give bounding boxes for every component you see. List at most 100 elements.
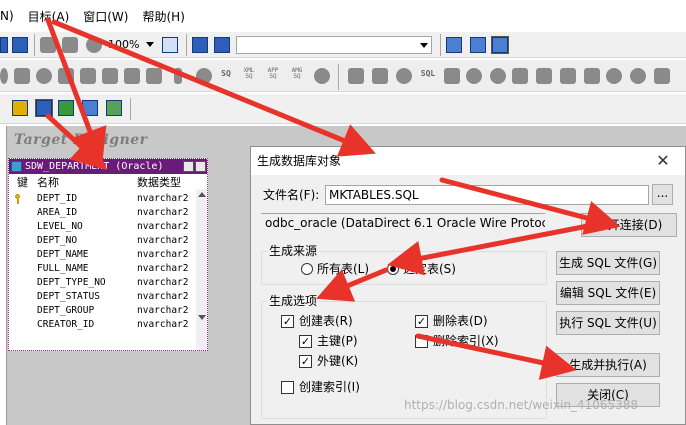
drop-table-label[interactable]: 删除表(D) <box>433 313 488 329</box>
app-sq-icon[interactable]: APP SQ <box>264 68 282 80</box>
drop-table-checkbox[interactable]: ✓ <box>415 315 428 328</box>
preview-icon[interactable] <box>12 37 28 53</box>
menu-item-partial[interactable]: N) <box>0 9 14 23</box>
cdc-icon[interactable] <box>348 68 364 84</box>
open-connection-button[interactable]: 打开连接(D) <box>581 213 677 237</box>
transform-icon[interactable] <box>146 68 162 84</box>
column-name: AREA_ID <box>37 207 78 218</box>
edit-sql-file-button[interactable]: 编辑 SQL 文件(E) <box>556 281 660 305</box>
import-icon[interactable] <box>12 100 28 116</box>
table-row[interactable]: DEPT_NAME nvarchar2 <box>9 248 195 262</box>
generate-database-objects-dialog: 生成数据库对象 ✕ 文件名(F): MKTABLES.SQL ... odbc_… <box>250 146 686 425</box>
close-icon[interactable]: ✕ <box>641 147 685 175</box>
transform-icon[interactable] <box>58 68 74 84</box>
pan-icon[interactable] <box>62 37 78 53</box>
transform-icon[interactable] <box>14 68 30 84</box>
transform-icon[interactable] <box>630 68 646 84</box>
column-type: nvarchar2 <box>137 221 189 232</box>
primary-key-label[interactable]: 主键(P) <box>317 333 358 349</box>
transform-icon[interactable] <box>396 68 412 84</box>
radio-all-tables-label[interactable]: 所有表(L) <box>317 261 369 277</box>
create-index-checkbox[interactable] <box>281 381 294 394</box>
transform-icon[interactable] <box>36 68 52 84</box>
layout-icon-2[interactable] <box>470 37 486 53</box>
zoom-select[interactable]: 100% <box>108 36 154 53</box>
generate-sql-icon[interactable] <box>58 100 74 116</box>
table-title-bar[interactable]: SDW_DEPARTMENT (Oracle) <box>9 159 207 174</box>
table-row[interactable]: AREA_ID nvarchar2 <box>9 206 195 220</box>
menu-item-help[interactable]: 帮助(H) <box>142 8 184 25</box>
drop-index-checkbox[interactable] <box>415 335 428 348</box>
transform-icon[interactable] <box>536 68 552 84</box>
find-next-icon[interactable] <box>214 37 230 53</box>
select-arrow-icon[interactable] <box>40 37 56 53</box>
table-row[interactable]: DEPT_TYPE_NO nvarchar2 <box>9 276 195 290</box>
sq-icon[interactable]: SQ <box>218 70 234 78</box>
primary-key-checkbox[interactable]: ✓ <box>299 335 312 348</box>
transform-icon[interactable] <box>174 68 182 84</box>
transform-icon[interactable] <box>606 68 622 84</box>
toolbar-icon-partial[interactable] <box>0 37 8 53</box>
menu-item-window[interactable]: 窗口(W) <box>83 8 128 25</box>
drop-index-label[interactable]: 删除索引(X) <box>433 333 499 349</box>
generate-and-execute-button[interactable]: 生成并执行(A) <box>556 353 660 377</box>
chevron-down-icon <box>420 43 428 48</box>
transform-icon[interactable] <box>560 68 576 84</box>
table-row[interactable]: FULL_NAME nvarchar2 <box>9 262 195 276</box>
filename-input[interactable]: MKTABLES.SQL <box>325 185 649 205</box>
table-row[interactable]: CREATOR_ID nvarchar2 <box>9 318 195 332</box>
transform-icon[interactable] <box>102 68 118 84</box>
transform-icon[interactable] <box>80 68 96 84</box>
minimize-icon[interactable] <box>195 161 206 172</box>
layout-icon-3[interactable] <box>491 36 509 54</box>
table-row[interactable]: DEPT_ID nvarchar2 <box>9 192 195 206</box>
transform-icon[interactable] <box>466 68 482 84</box>
foreign-key-checkbox[interactable]: ✓ <box>299 355 312 368</box>
column-type: nvarchar2 <box>137 193 189 204</box>
table-row[interactable]: DEPT_NO nvarchar2 <box>9 234 195 248</box>
sql-icon[interactable]: SQL <box>418 70 438 78</box>
find-icon[interactable] <box>192 37 208 53</box>
transform-icon[interactable] <box>584 68 600 84</box>
xml-sq-icon[interactable]: XML SQ <box>240 68 258 80</box>
radio-selected-tables[interactable] <box>387 263 399 275</box>
transform-icon[interactable] <box>314 68 330 84</box>
generate-sql-file-button[interactable]: 生成 SQL 文件(G) <box>556 251 660 275</box>
transform-icon[interactable] <box>196 68 212 84</box>
vertical-scrollbar[interactable] <box>196 189 207 350</box>
table-row[interactable]: LEVEL_NO nvarchar2 <box>9 220 195 234</box>
restore-icon[interactable] <box>183 161 194 172</box>
create-target-icon[interactable] <box>35 99 53 117</box>
target-table-window[interactable]: SDW_DEPARTMENT (Oracle) 键 名称 数据类型 DEPT_I… <box>8 158 208 351</box>
create-table-label[interactable]: 创建表(R) <box>299 313 353 329</box>
create-table-checkbox[interactable]: ✓ <box>281 315 294 328</box>
transform-icon[interactable] <box>654 68 670 84</box>
amg-sq-icon[interactable]: AMG SQ <box>288 68 306 80</box>
transform-icon[interactable] <box>372 68 388 84</box>
table-row[interactable]: DEPT_STATUS nvarchar2 <box>9 290 195 304</box>
radio-selected-tables-label[interactable]: 选定表(S) <box>403 261 456 277</box>
radio-all-tables[interactable] <box>301 263 313 275</box>
browse-button[interactable]: ... <box>652 184 673 205</box>
search-combo[interactable] <box>236 36 432 54</box>
zoom-icon[interactable] <box>86 37 102 53</box>
transform-icon[interactable] <box>124 68 140 84</box>
connection-field: odbc_oracle (DataDirect 6.1 Oracle Wire … <box>261 213 545 235</box>
create-index-label[interactable]: 创建索引(I) <box>299 379 360 395</box>
analyze-icon[interactable] <box>106 100 122 116</box>
edit-icon[interactable] <box>82 100 98 116</box>
execute-sql-file-button[interactable]: 执行 SQL 文件(U) <box>556 311 660 335</box>
scroll-up-icon[interactable] <box>198 192 206 197</box>
scroll-down-icon[interactable] <box>198 315 206 320</box>
table-title: SDW_DEPARTMENT (Oracle) <box>25 161 164 172</box>
transform-icon[interactable] <box>490 68 506 84</box>
table-row[interactable]: DEPT_GROUP nvarchar2 <box>9 304 195 318</box>
layout-icon-1[interactable] <box>446 37 462 53</box>
transform-icon[interactable] <box>0 68 8 84</box>
transform-icon[interactable] <box>444 68 460 84</box>
menu-item-target[interactable]: 目标(A) <box>28 8 70 25</box>
transform-icon[interactable] <box>512 68 528 84</box>
foreign-key-label[interactable]: 外键(K) <box>317 353 358 369</box>
designer-title: Target Designer <box>14 132 148 148</box>
fit-window-icon[interactable] <box>162 37 178 53</box>
